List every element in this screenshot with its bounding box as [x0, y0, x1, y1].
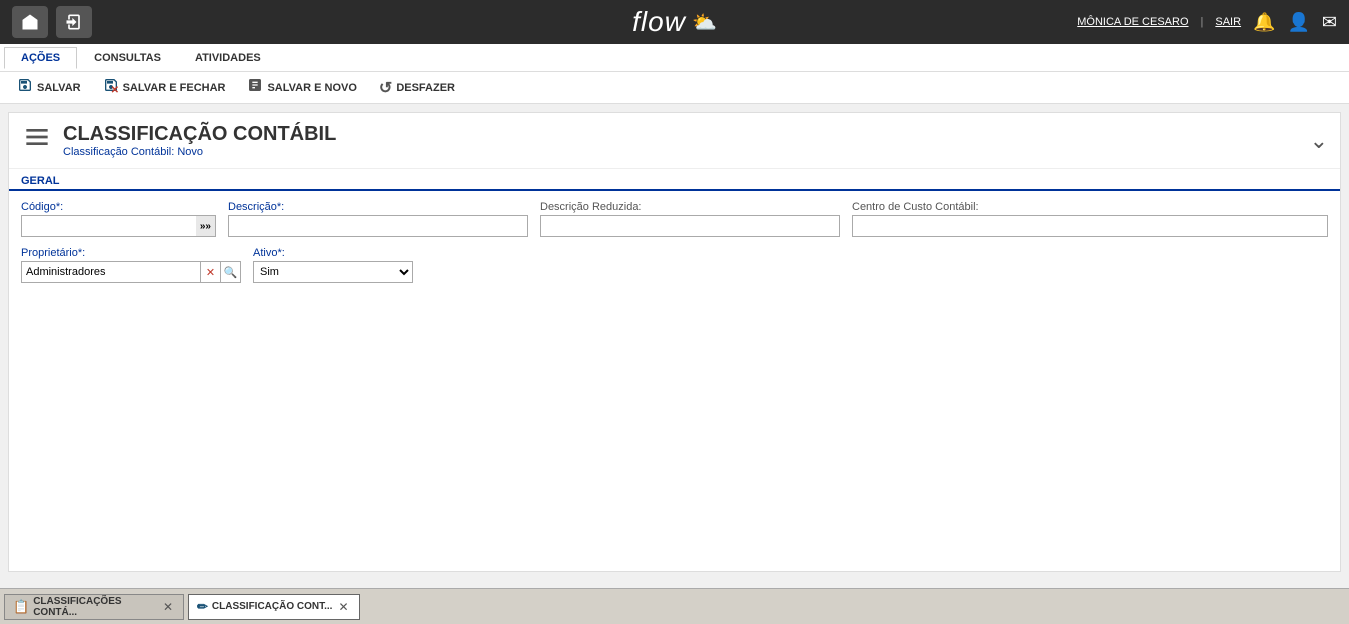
collapse-icon[interactable]: ⌄ — [1310, 128, 1328, 154]
form-title-block: CLASSIFICAÇÃO CONTÁBIL Classificação Con… — [63, 123, 336, 158]
form-header-left: CLASSIFICAÇÃO CONTÁBIL Classificação Con… — [21, 121, 336, 160]
menu-tab-acoes[interactable]: AÇÕES — [4, 47, 77, 69]
codigo-input[interactable] — [21, 215, 196, 237]
descricao-reduzida-group: Descrição Reduzida: — [540, 201, 840, 237]
form-subtitle: Classificação Contábil: Novo — [63, 146, 336, 158]
save-close-icon: ✕ — [103, 77, 119, 98]
taskbar-list-label: CLASSIFICAÇÕES CONTÁ... — [33, 596, 157, 618]
codigo-group: Código*: »» — [21, 201, 216, 237]
form-title: CLASSIFICAÇÃO CONTÁBIL — [63, 123, 336, 146]
logout-link[interactable]: SAIR — [1215, 16, 1241, 28]
taskbar-item-list[interactable]: 📋 CLASSIFICAÇÕES CONTÁ... ✕ — [4, 594, 184, 620]
proprietario-clear-btn[interactable]: ✕ — [200, 261, 220, 283]
save-icon — [17, 77, 33, 98]
nav-right: MÔNICA DE CESARO | SAIR 🔔 👤 ✉ — [1077, 12, 1337, 33]
save-new-button[interactable]: SALVAR E NOVO — [238, 74, 365, 101]
proprietario-label: Proprietário*: — [21, 247, 241, 259]
mail-icon[interactable]: ✉ — [1322, 12, 1337, 33]
descricao-input[interactable] — [228, 215, 528, 237]
centro-custo-group: Centro de Custo Contábil: — [852, 201, 1328, 237]
ativo-label: Ativo*: — [253, 247, 413, 259]
save-new-label: SALVAR E NOVO — [267, 82, 356, 94]
user-icon[interactable]: 👤 — [1287, 12, 1309, 33]
undo-icon: ↺ — [379, 78, 392, 98]
edit-icon: ✏ — [197, 599, 208, 615]
toolbar: SALVAR ✕ SALVAR E FECHAR SALVAR E NOVO ↺… — [0, 72, 1349, 104]
form-row-1: Código*: »» Descrição*: Descrição Reduzi… — [21, 201, 1328, 237]
taskbar-form-close[interactable]: ✕ — [336, 600, 350, 614]
undo-label: DESFAZER — [396, 82, 455, 94]
descricao-reduzida-label: Descrição Reduzida: — [540, 201, 840, 213]
ativo-group: Ativo*: Sim Não — [253, 247, 413, 283]
bell-icon[interactable]: 🔔 — [1253, 12, 1275, 33]
nav-center: flow ⛅ — [632, 6, 717, 38]
taskbar-form-label: CLASSIFICAÇÃO CONT... — [212, 601, 333, 612]
section-header: GERAL — [9, 169, 1340, 191]
form-row-2: Proprietário*: ✕ 🔍 Ativo*: Sim Não — [21, 247, 1328, 283]
centro-custo-input[interactable] — [852, 215, 1328, 237]
cloud-icon: ⛅ — [692, 10, 717, 35]
codigo-label: Código*: — [21, 201, 216, 213]
menu-bar: AÇÕES CONSULTAS ATIVIDADES — [0, 44, 1349, 72]
logout-button[interactable] — [56, 6, 92, 38]
menu-tab-atividades[interactable]: ATIVIDADES — [178, 47, 278, 69]
proprietario-group: Proprietário*: ✕ 🔍 — [21, 247, 241, 283]
separator: | — [1201, 16, 1204, 28]
form-header: CLASSIFICAÇÃO CONTÁBIL Classificação Con… — [9, 113, 1340, 169]
save-close-button[interactable]: ✕ SALVAR E FECHAR — [94, 74, 235, 101]
codigo-search-btn[interactable]: »» — [196, 215, 216, 237]
top-navbar: flow ⛅ MÔNICA DE CESARO | SAIR 🔔 👤 ✉ — [0, 0, 1349, 44]
home-button[interactable] — [12, 6, 48, 38]
nav-left — [12, 6, 92, 38]
taskbar-list-close[interactable]: ✕ — [161, 600, 175, 614]
flow-logo: flow — [632, 6, 686, 38]
form-body: Código*: »» Descrição*: Descrição Reduzi… — [9, 191, 1340, 303]
proprietario-search-btn[interactable]: 🔍 — [220, 261, 240, 283]
descricao-label: Descrição*: — [228, 201, 528, 213]
menu-tab-consultas[interactable]: CONSULTAS — [77, 47, 178, 69]
codigo-input-group: »» — [21, 215, 216, 237]
content-area: CLASSIFICAÇÃO CONTÁBIL Classificação Con… — [8, 112, 1341, 572]
proprietario-field: ✕ 🔍 — [21, 261, 241, 283]
save-button[interactable]: SALVAR — [8, 74, 90, 101]
descricao-group: Descrição*: — [228, 201, 528, 237]
centro-custo-label: Centro de Custo Contábil: — [852, 201, 1328, 213]
save-label: SALVAR — [37, 82, 81, 94]
save-new-icon — [247, 77, 263, 98]
descricao-reduzida-input[interactable] — [540, 215, 840, 237]
ativo-select[interactable]: Sim Não — [253, 261, 413, 283]
save-close-label: SALVAR E FECHAR — [123, 82, 226, 94]
list-icon: 📋 — [13, 599, 29, 615]
taskbar-item-form[interactable]: ✏ CLASSIFICAÇÃO CONT... ✕ — [188, 594, 360, 620]
undo-button[interactable]: ↺ DESFAZER — [370, 75, 464, 101]
taskbar: 📋 CLASSIFICAÇÕES CONTÁ... ✕ ✏ CLASSIFICA… — [0, 588, 1349, 624]
form-icon — [21, 121, 53, 160]
user-link[interactable]: MÔNICA DE CESARO — [1077, 16, 1188, 28]
proprietario-input[interactable] — [22, 266, 200, 278]
